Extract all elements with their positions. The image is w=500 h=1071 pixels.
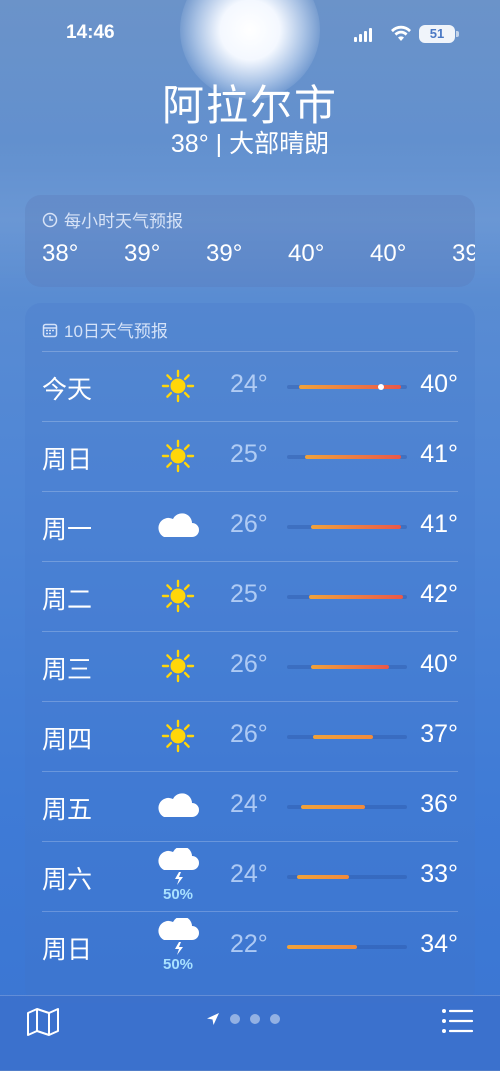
ten-day-forecast-title: 10日天气预报 [64, 322, 168, 341]
daily-forecast-row[interactable]: 周二 25° 42° [42, 561, 458, 631]
daily-forecast-row[interactable]: 周一 26° 41° [42, 491, 458, 561]
high-temp: 33° [420, 860, 458, 888]
sun-icon [152, 436, 204, 476]
thunderstorm-icon [152, 916, 204, 958]
high-temp: 40° [420, 370, 458, 398]
map-icon[interactable] [24, 1006, 62, 1038]
temperature-range-bar [308, 595, 404, 599]
cloud-icon [152, 506, 204, 546]
location-arrow-icon [207, 1013, 219, 1025]
low-temp: 25° [230, 440, 268, 468]
page-indicator[interactable] [206, 1012, 280, 1026]
daily-forecast-row[interactable]: 周六 50% 24° 33° [42, 841, 458, 911]
high-temp: 34° [420, 930, 458, 958]
wifi-icon [391, 25, 411, 41]
daily-forecast-list: 今天 24° 40° 周日 25° 41° 周一 26° 41° 周二 25° 42° 周三 26° 40°… [42, 351, 458, 981]
temperature-range-track [287, 595, 407, 599]
temperature-range-bar [301, 805, 365, 809]
hourly-temperature-list[interactable]: 38° 39° 39° 40° 40° 39° [42, 240, 475, 268]
day-label: 周三 [42, 656, 93, 684]
temperature-range-track [287, 875, 407, 879]
day-label: 周日 [42, 936, 93, 964]
hourly-temp: 40° [370, 240, 407, 267]
temperature-range-bar [311, 665, 389, 669]
cloud-icon [152, 786, 204, 826]
sun-icon [152, 716, 204, 756]
low-temp: 26° [230, 510, 268, 538]
high-temp: 41° [420, 440, 458, 468]
status-bar: 14:46 51 [0, 22, 500, 48]
day-label: 周日 [42, 446, 93, 474]
calendar-icon [42, 323, 58, 337]
high-temp: 37° [420, 720, 458, 748]
day-label: 周二 [42, 586, 93, 614]
precipitation-chance: 50% [162, 956, 194, 973]
low-temp: 24° [230, 370, 268, 398]
hourly-forecast-header: 每小时天气预报 [42, 207, 183, 232]
temperature-range-bar [299, 385, 401, 389]
hourly-temp: 38° [42, 240, 79, 267]
battery-level: 51 [419, 25, 455, 43]
hourly-temp: 39° [124, 240, 161, 267]
precipitation-chance: 50% [162, 886, 194, 903]
cellular-signal-icon [354, 26, 372, 42]
low-temp: 24° [230, 860, 268, 888]
day-label: 周一 [42, 516, 93, 544]
status-time: 14:46 [66, 22, 115, 43]
temperature-range-track [287, 525, 407, 529]
thunderstorm-icon [152, 846, 204, 888]
daily-forecast-row[interactable]: 周五 24° 36° [42, 771, 458, 841]
temperature-range-bar [305, 455, 401, 459]
current-summary: 38° | 大部晴朗 [170, 130, 330, 158]
hourly-temp: 39° [452, 240, 475, 267]
bottom-toolbar [0, 995, 500, 1071]
hourly-temp: 39° [206, 240, 243, 267]
high-temp: 41° [420, 510, 458, 538]
temperature-range-track [287, 805, 407, 809]
list-icon[interactable] [440, 1006, 474, 1036]
low-temp: 22° [230, 930, 268, 958]
daily-forecast-row[interactable]: 今天 24° 40° [42, 351, 458, 421]
daily-forecast-row[interactable]: 周日 25° 41° [42, 421, 458, 491]
current-temp-marker [377, 384, 384, 390]
high-temp: 36° [420, 790, 458, 818]
sun-icon [152, 366, 204, 406]
page-dot [250, 1014, 260, 1024]
daily-forecast-row[interactable]: 周三 26° 40° [42, 631, 458, 701]
low-temp: 25° [230, 580, 268, 608]
ten-day-forecast-card[interactable]: 10日天气预报 今天 24° 40° 周日 25° 41° 周一 26° 41° 周二 25° 42°… [25, 303, 475, 1003]
temperature-range-bar [296, 875, 350, 879]
sun-icon [152, 646, 204, 686]
temperature-range-bar [311, 525, 401, 529]
low-temp: 24° [230, 790, 268, 818]
temperature-range-track [287, 665, 407, 669]
hourly-forecast-title: 每小时天气预报 [64, 212, 183, 231]
temperature-range-track [287, 735, 407, 739]
daily-forecast-row[interactable]: 周日 50% 22° 34° [42, 911, 458, 981]
day-label: 周五 [42, 796, 93, 824]
low-temp: 26° [230, 720, 268, 748]
sun-icon [152, 576, 204, 616]
day-label: 周六 [42, 866, 93, 894]
battery-tip [456, 31, 459, 37]
daily-forecast-row[interactable]: 周四 26° 37° [42, 701, 458, 771]
high-temp: 40° [420, 650, 458, 678]
low-temp: 26° [230, 650, 268, 678]
temperature-range-track [287, 945, 407, 949]
temperature-range-bar [287, 945, 357, 949]
day-label: 周四 [42, 726, 93, 754]
temperature-range-bar [313, 735, 374, 739]
day-label: 今天 [42, 376, 93, 404]
hourly-forecast-card[interactable]: 每小时天气预报 38° 39° 39° 40° 40° 39° [25, 195, 475, 287]
hourly-temp: 40° [288, 240, 325, 267]
page-dot [230, 1014, 240, 1024]
temperature-range-track [287, 384, 407, 390]
ten-day-forecast-header: 10日天气预报 [42, 317, 168, 342]
clock-icon [42, 212, 58, 227]
temperature-range-track [287, 455, 407, 459]
page-dot [270, 1014, 280, 1024]
high-temp: 42° [420, 580, 458, 608]
